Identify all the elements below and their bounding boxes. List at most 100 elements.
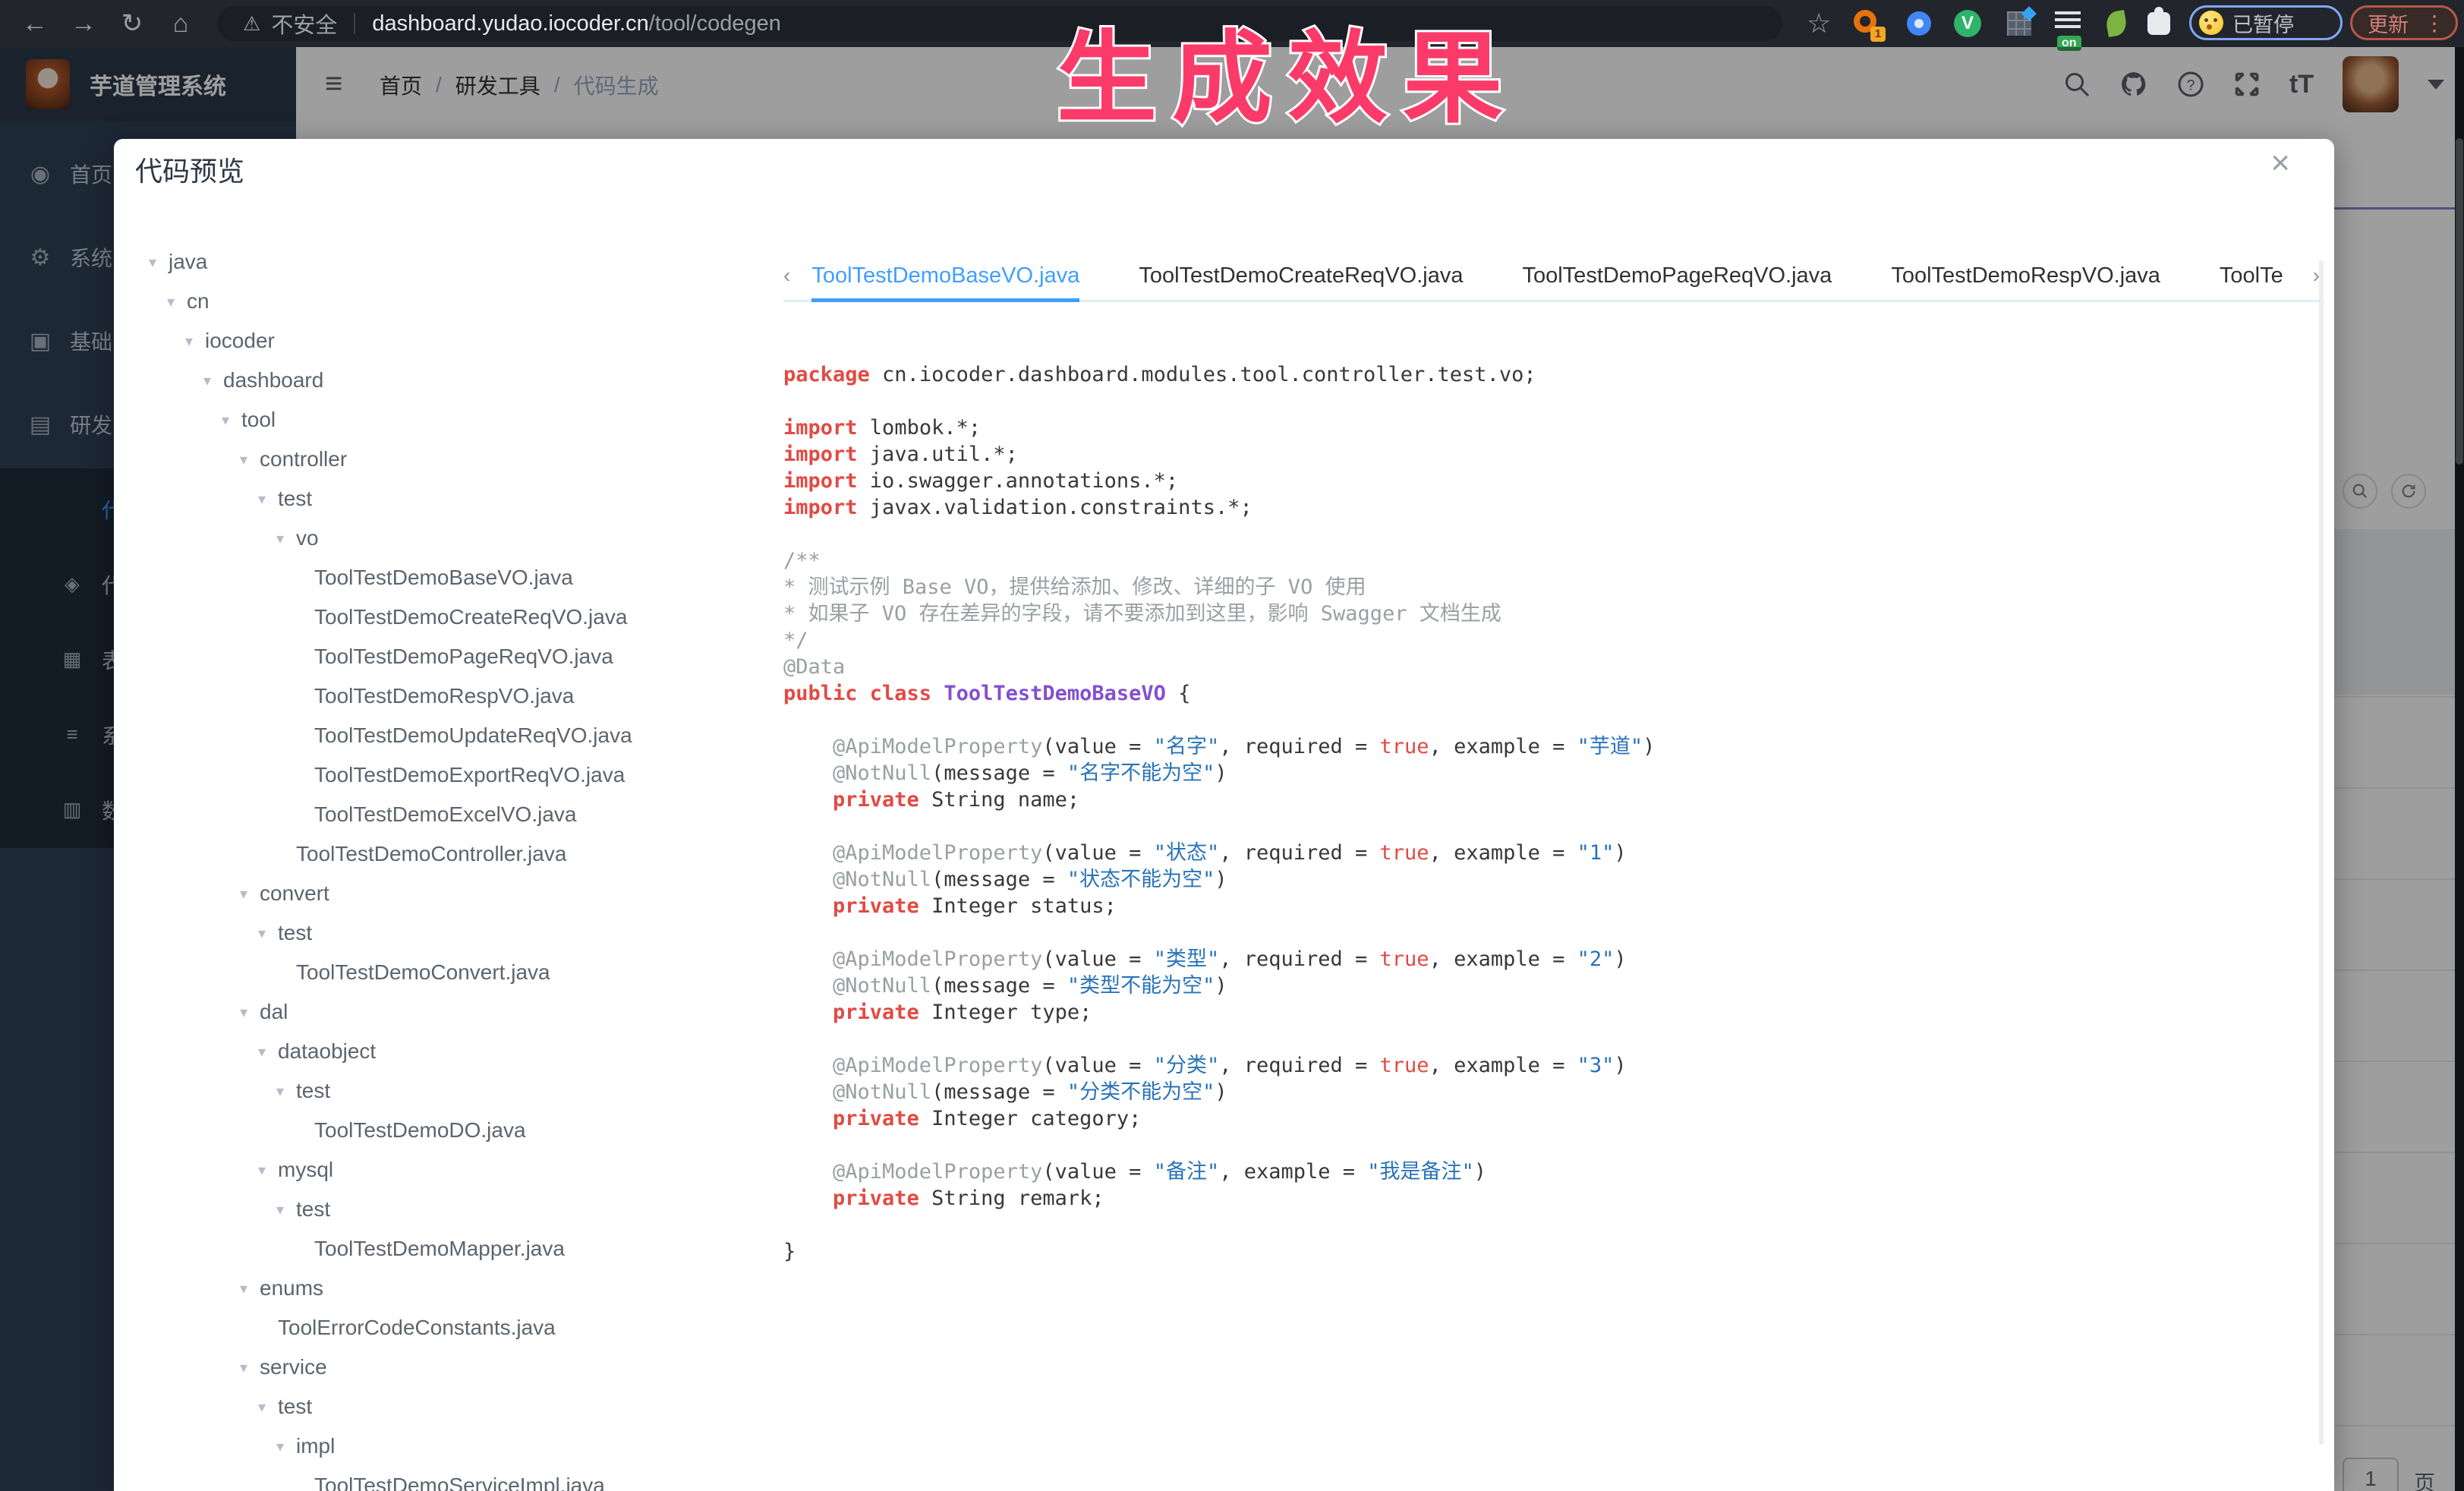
caret-down-icon[interactable]: ▾ bbox=[240, 1358, 260, 1377]
caret-down-icon[interactable]: ▾ bbox=[240, 884, 260, 903]
caret-down-icon[interactable]: ▾ bbox=[149, 253, 169, 272]
tree-node-label: ToolTestDemoCreateReqVO.java bbox=[314, 605, 627, 629]
menu-dots-icon[interactable]: ⋮ bbox=[2424, 11, 2445, 36]
tree-folder[interactable]: ▾convert bbox=[149, 874, 779, 913]
profile-paused-pill[interactable]: 已暂停 bbox=[2189, 5, 2343, 40]
tree-file[interactable]: ToolTestDemoServiceImpl.java bbox=[149, 1466, 779, 1491]
tree-folder[interactable]: ▾test bbox=[149, 479, 779, 519]
extension-pin-icon[interactable] bbox=[1904, 8, 1934, 39]
tree-folder[interactable]: ▾test bbox=[149, 1071, 779, 1111]
caret-down-icon[interactable]: ▾ bbox=[167, 292, 187, 311]
back-icon[interactable]: ← bbox=[14, 0, 56, 47]
tree-folder[interactable]: ▾dataobject bbox=[149, 1032, 779, 1071]
tree-file[interactable]: ToolTestDemoPageReqVO.java bbox=[149, 637, 779, 676]
code-line: * 测试示例 Base VO，提供给添加、修改、详细的子 VO 使用 bbox=[783, 574, 2302, 600]
file-tab[interactable]: ToolTestDemoPageReqVO.java bbox=[1522, 251, 1832, 300]
caret-down-icon[interactable]: ▾ bbox=[240, 450, 260, 469]
tree-folder[interactable]: ▾java bbox=[149, 242, 779, 282]
tree-folder[interactable]: ▾mysql bbox=[149, 1150, 779, 1190]
tree-folder[interactable]: ▾iocoder bbox=[149, 321, 779, 361]
caret-down-icon[interactable]: ▾ bbox=[222, 411, 241, 430]
extension-sprout-icon[interactable] bbox=[2101, 8, 2132, 39]
caret-down-icon[interactable]: ▾ bbox=[258, 1161, 278, 1180]
tree-node-label: test bbox=[278, 921, 312, 945]
tree-file[interactable]: ToolTestDemoRespVO.java bbox=[149, 676, 779, 716]
tree-node-label: ToolErrorCodeConstants.java bbox=[278, 1316, 556, 1340]
tree-folder[interactable]: ▾test bbox=[149, 913, 779, 953]
code-line: public class ToolTestDemoBaseVO { bbox=[783, 680, 2302, 707]
extensions-puzzle-icon[interactable] bbox=[2144, 8, 2174, 39]
tree-folder[interactable]: ▾test bbox=[149, 1190, 779, 1229]
tree-file[interactable]: ToolTestDemoExportReqVO.java bbox=[149, 755, 779, 795]
extension-vue-icon[interactable]: V bbox=[1952, 8, 1983, 39]
tabs-prev-icon[interactable]: ‹ bbox=[783, 263, 790, 288]
tree-node-label: test bbox=[296, 1079, 330, 1103]
tree-node-label: java bbox=[169, 250, 207, 274]
code-scrollbar[interactable] bbox=[2319, 260, 2324, 1445]
code-line bbox=[783, 388, 2302, 415]
tree-file[interactable]: ToolErrorCodeConstants.java bbox=[149, 1308, 779, 1348]
tree-node-label: ToolTestDemoRespVO.java bbox=[314, 684, 574, 708]
tree-file[interactable]: ToolTestDemoBaseVO.java bbox=[149, 558, 779, 597]
caret-down-icon[interactable]: ▾ bbox=[258, 490, 278, 509]
address-bar[interactable]: ⚠ 不安全 dashboard.yudao.iocoder.cn/tool/co… bbox=[217, 6, 1782, 41]
tree-folder[interactable]: ▾enums bbox=[149, 1269, 779, 1308]
browser-scrollbar[interactable] bbox=[2455, 47, 2464, 1491]
security-label[interactable]: 不安全 bbox=[271, 8, 337, 39]
url-path: /tool/codegen bbox=[649, 11, 781, 36]
tree-file[interactable]: ToolTestDemoConvert.java bbox=[149, 953, 779, 992]
code-line: @Data bbox=[783, 654, 2302, 680]
tree-folder[interactable]: ▾vo bbox=[149, 519, 779, 558]
code-line: import lombok.*; bbox=[783, 415, 2302, 441]
caret-down-icon[interactable]: ▾ bbox=[258, 924, 278, 943]
tree-folder[interactable]: ▾dal bbox=[149, 992, 779, 1032]
extension-list-icon[interactable]: on bbox=[2053, 8, 2083, 39]
extension-orange-icon[interactable]: 1 bbox=[1852, 8, 1883, 39]
reload-icon[interactable]: ↻ bbox=[111, 0, 153, 47]
tree-file[interactable]: ToolTestDemoCreateReqVO.java bbox=[149, 597, 779, 637]
file-tab[interactable]: ToolTestDemoRespVO.java bbox=[1891, 251, 2160, 300]
caret-down-icon[interactable]: ▾ bbox=[240, 1279, 260, 1298]
caret-down-icon[interactable]: ▾ bbox=[258, 1042, 278, 1061]
tree-file[interactable]: ToolTestDemoDO.java bbox=[149, 1111, 779, 1150]
tree-file[interactable]: ToolTestDemoController.java bbox=[149, 834, 779, 874]
file-tab[interactable]: ToolTestDemoBaseVO.java bbox=[811, 251, 1079, 300]
tree-folder[interactable]: ▾tool bbox=[149, 400, 779, 440]
annotation-text: 生成效果 bbox=[1057, 21, 1518, 137]
code-line bbox=[783, 1212, 2302, 1238]
code-line: @NotNull(message = "名字不能为空") bbox=[783, 760, 2302, 786]
tree-node-label: ToolTestDemoExportReqVO.java bbox=[314, 763, 625, 787]
tree-file[interactable]: ToolTestDemoMapper.java bbox=[149, 1229, 779, 1269]
scrollbar-thumb[interactable] bbox=[2456, 138, 2463, 465]
code-line bbox=[783, 521, 2302, 547]
caret-down-icon[interactable]: ▾ bbox=[203, 371, 223, 390]
caret-down-icon[interactable]: ▾ bbox=[276, 1082, 296, 1101]
caret-down-icon[interactable]: ▾ bbox=[276, 1437, 296, 1456]
tree-folder[interactable]: ▾service bbox=[149, 1348, 779, 1387]
caret-down-icon[interactable]: ▾ bbox=[240, 1003, 260, 1022]
code-line bbox=[783, 813, 2302, 840]
code-line: @NotNull(message = "分类不能为空") bbox=[783, 1079, 2302, 1105]
update-button[interactable]: 更新 ⋮ bbox=[2350, 5, 2458, 40]
tree-folder[interactable]: ▾dashboard bbox=[149, 361, 779, 400]
caret-down-icon[interactable]: ▾ bbox=[276, 529, 296, 548]
tree-folder[interactable]: ▾impl bbox=[149, 1426, 779, 1466]
extension-grid-icon[interactable] bbox=[2004, 8, 2034, 39]
caret-down-icon[interactable]: ▾ bbox=[258, 1398, 278, 1417]
tree-file[interactable]: ToolTestDemoUpdateReqVO.java bbox=[149, 716, 779, 755]
bookmark-star-icon[interactable]: ☆ bbox=[1807, 0, 1831, 47]
file-tab[interactable]: ToolTestDemoCreateReqVO.java bbox=[1139, 251, 1463, 300]
caret-down-icon[interactable]: ▾ bbox=[276, 1200, 296, 1219]
tree-node-label: service bbox=[260, 1355, 327, 1379]
tree-folder[interactable]: ▾test bbox=[149, 1387, 779, 1426]
tree-file[interactable]: ToolTestDemoExcelVO.java bbox=[149, 795, 779, 834]
home-icon[interactable]: ⌂ bbox=[159, 0, 202, 47]
forward-icon[interactable]: → bbox=[62, 0, 105, 47]
file-tab[interactable]: ToolTe bbox=[2220, 251, 2283, 300]
tree-node-label: ToolTestDemoPageReqVO.java bbox=[314, 645, 613, 669]
tree-folder[interactable]: ▾controller bbox=[149, 440, 779, 479]
caret-down-icon[interactable]: ▾ bbox=[185, 332, 205, 351]
close-icon[interactable]: × bbox=[2270, 147, 2290, 180]
code-line: @NotNull(message = "状态不能为空") bbox=[783, 866, 2302, 893]
tree-folder[interactable]: ▾cn bbox=[149, 282, 779, 321]
